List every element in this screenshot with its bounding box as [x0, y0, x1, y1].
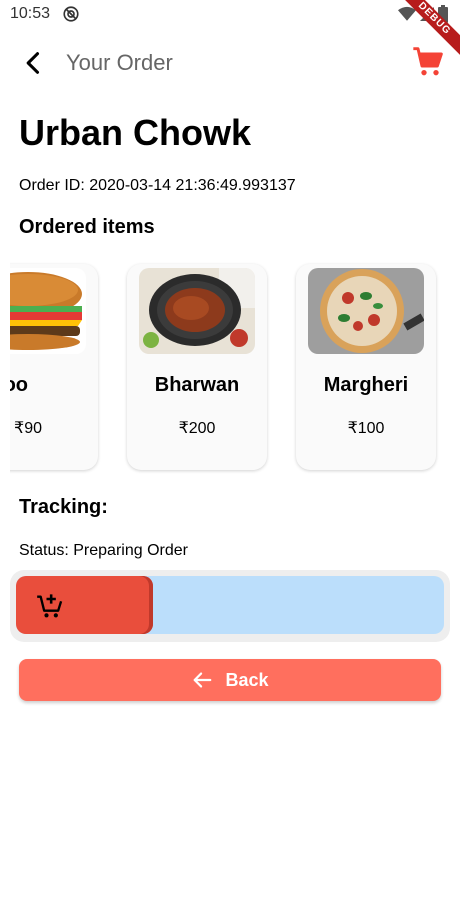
item-price: ₹200	[178, 420, 216, 437]
ordered-items-heading: Ordered items	[19, 216, 155, 238]
order-id: Order ID: 2020-03-14 21:36:49.993137	[19, 177, 296, 194]
add-shopping-cart-icon	[37, 594, 63, 618]
status-time: 10:53	[10, 5, 51, 22]
item-card[interactable]: Margheri ₹100	[296, 264, 436, 470]
app-bar: Your Order	[0, 36, 460, 88]
back-button[interactable]: Back	[19, 659, 441, 701]
tracking-fill	[16, 576, 153, 634]
back-button-label: Back	[225, 669, 269, 690]
page-title: Your Order	[66, 50, 173, 75]
order-status: Status: Preparing Order	[19, 542, 188, 559]
item-name: Aloo	[10, 374, 28, 396]
item-price: ₹90	[14, 420, 42, 437]
shopping-cart-icon[interactable]	[412, 46, 444, 78]
arrow-back-icon	[194, 672, 212, 688]
item-price: ₹100	[347, 420, 385, 437]
ordered-items-carousel[interactable]: Aloo ₹90 Bharwan ₹200	[10, 262, 450, 474]
item-image-curry	[139, 268, 255, 354]
item-name: Bharwan	[154, 374, 240, 396]
tracking-progress	[10, 570, 450, 642]
item-card[interactable]: Bharwan ₹200	[127, 264, 267, 470]
sync-off-icon	[63, 6, 79, 22]
item-image-pizza	[308, 268, 424, 354]
status-bar: 10:53	[0, 0, 460, 30]
arrow-back-icon[interactable]	[20, 49, 48, 77]
item-name: Margheri	[323, 374, 409, 396]
restaurant-name: Urban Chowk	[19, 112, 252, 153]
item-card[interactable]: Aloo ₹90	[10, 264, 98, 470]
tracking-track	[16, 576, 444, 634]
tracking-heading: Tracking:	[19, 496, 108, 518]
item-image-burger	[10, 268, 86, 354]
